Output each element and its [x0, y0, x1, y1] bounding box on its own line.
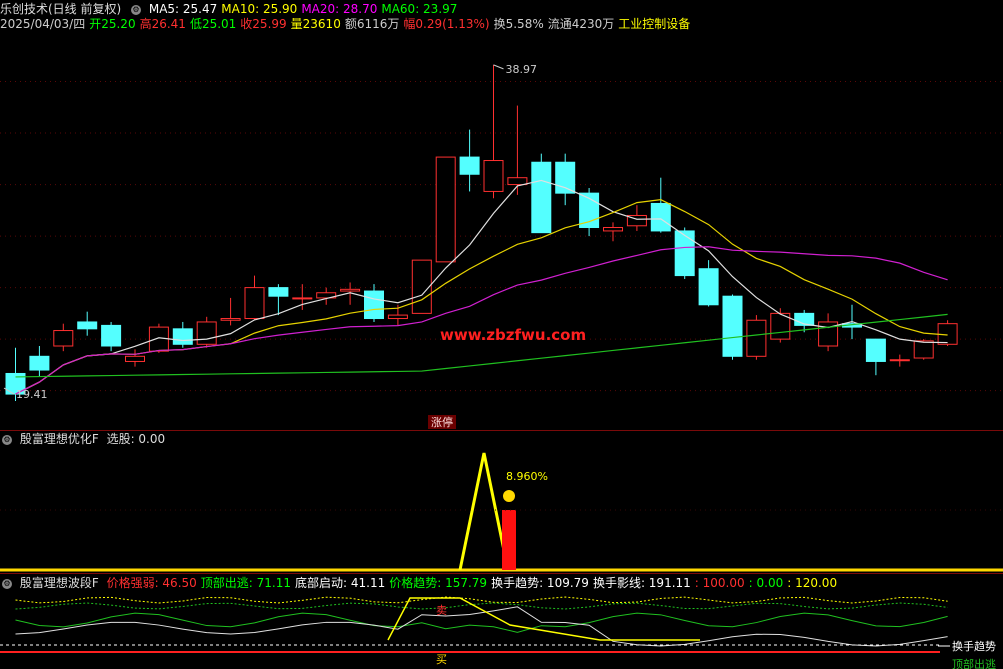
smiley-icon [503, 490, 515, 502]
sell-marker: 卖 [436, 604, 447, 617]
candle-body [722, 295, 743, 357]
candle-body [650, 202, 671, 232]
indicator-gear-icon[interactable]: ⚙ [2, 434, 12, 445]
panel-divider [0, 430, 1003, 431]
panel3-metric: 价格趋势: 157.79 [389, 576, 488, 590]
candle-body [698, 268, 719, 306]
green-dashed-line [15, 602, 948, 610]
candle-body [531, 161, 552, 234]
candle-body [220, 318, 241, 321]
top-escape-line [15, 612, 948, 633]
candle-body [148, 326, 169, 352]
candle-body [555, 161, 576, 194]
candle-body [29, 355, 50, 371]
indicator-gear-icon[interactable]: ⚙ [2, 578, 12, 589]
candle-body [340, 288, 361, 292]
low-price-label: 19.41 [16, 388, 48, 401]
candle-body [125, 355, 145, 362]
panel3-header: ⚙ 殷富理想波段F 价格强弱: 46.50 顶部出逃: 71.11 底部启动: 41… [0, 576, 841, 590]
candle-body [244, 287, 265, 320]
panel3-title[interactable]: 殷富理想波段F [20, 576, 99, 590]
panel3-metric: 底部启动: 41.11 [295, 576, 386, 590]
candle-body [507, 177, 528, 186]
candle-body [268, 287, 289, 297]
candle-body [172, 328, 193, 345]
candle-body [603, 227, 623, 232]
candle-body [196, 321, 217, 345]
candle-body [746, 319, 767, 357]
candle-body [77, 321, 98, 330]
candle-body [101, 324, 122, 347]
panel2-title[interactable]: 殷富理想优化F [20, 432, 99, 446]
panel2-header: ⚙ 殷富理想优化F 选股: 0.00 [0, 432, 169, 446]
candle-body [292, 297, 313, 300]
watermark-text: www.zbzfwu.com [440, 326, 586, 344]
panel3-metric: : 0.00 [748, 576, 784, 590]
panel3-metric: 顶部出逃: 71.11 [200, 576, 291, 590]
panel3-metric: : 100.00 [694, 576, 745, 590]
panel2-metric: 选股: 0.00 [106, 432, 166, 446]
price-trend-dashed-line [15, 596, 948, 604]
candle-body [459, 156, 480, 175]
candle-body [483, 160, 504, 192]
signal-percent: 8.960% [506, 470, 548, 483]
panel3-metric: 价格强弱: 46.50 [106, 576, 197, 590]
panel3-metric: 换手影线: 191.11 [592, 576, 691, 590]
panel3-metric: 换手趋势: 109.79 [491, 576, 589, 590]
candle-body [913, 340, 934, 359]
buy-marker: 买 [436, 653, 447, 666]
legend-top-escape: 顶部出逃 [952, 657, 996, 669]
candle-body [889, 359, 910, 362]
candle-body [435, 156, 456, 263]
signal-bar [502, 510, 516, 570]
candle-body [387, 314, 408, 320]
panel3-metric: : 120.00 [787, 576, 838, 590]
candle-body [53, 330, 74, 347]
high-price-label: 38.97 [506, 63, 538, 76]
panel-divider [0, 573, 1003, 574]
candle-body [674, 230, 695, 277]
limit-up-tag: 涨停 [431, 415, 453, 429]
legend-turnover-trend: 换手趋势 [952, 639, 996, 653]
candle-body [865, 338, 886, 362]
high-pointer [493, 64, 504, 70]
candle-body [364, 290, 384, 320]
candlestick-chart: 38.9719.41涨停www.zbzfwu.com8.960%卖买换手趋势顶部… [0, 63, 1003, 669]
signal-spike [458, 452, 510, 571]
